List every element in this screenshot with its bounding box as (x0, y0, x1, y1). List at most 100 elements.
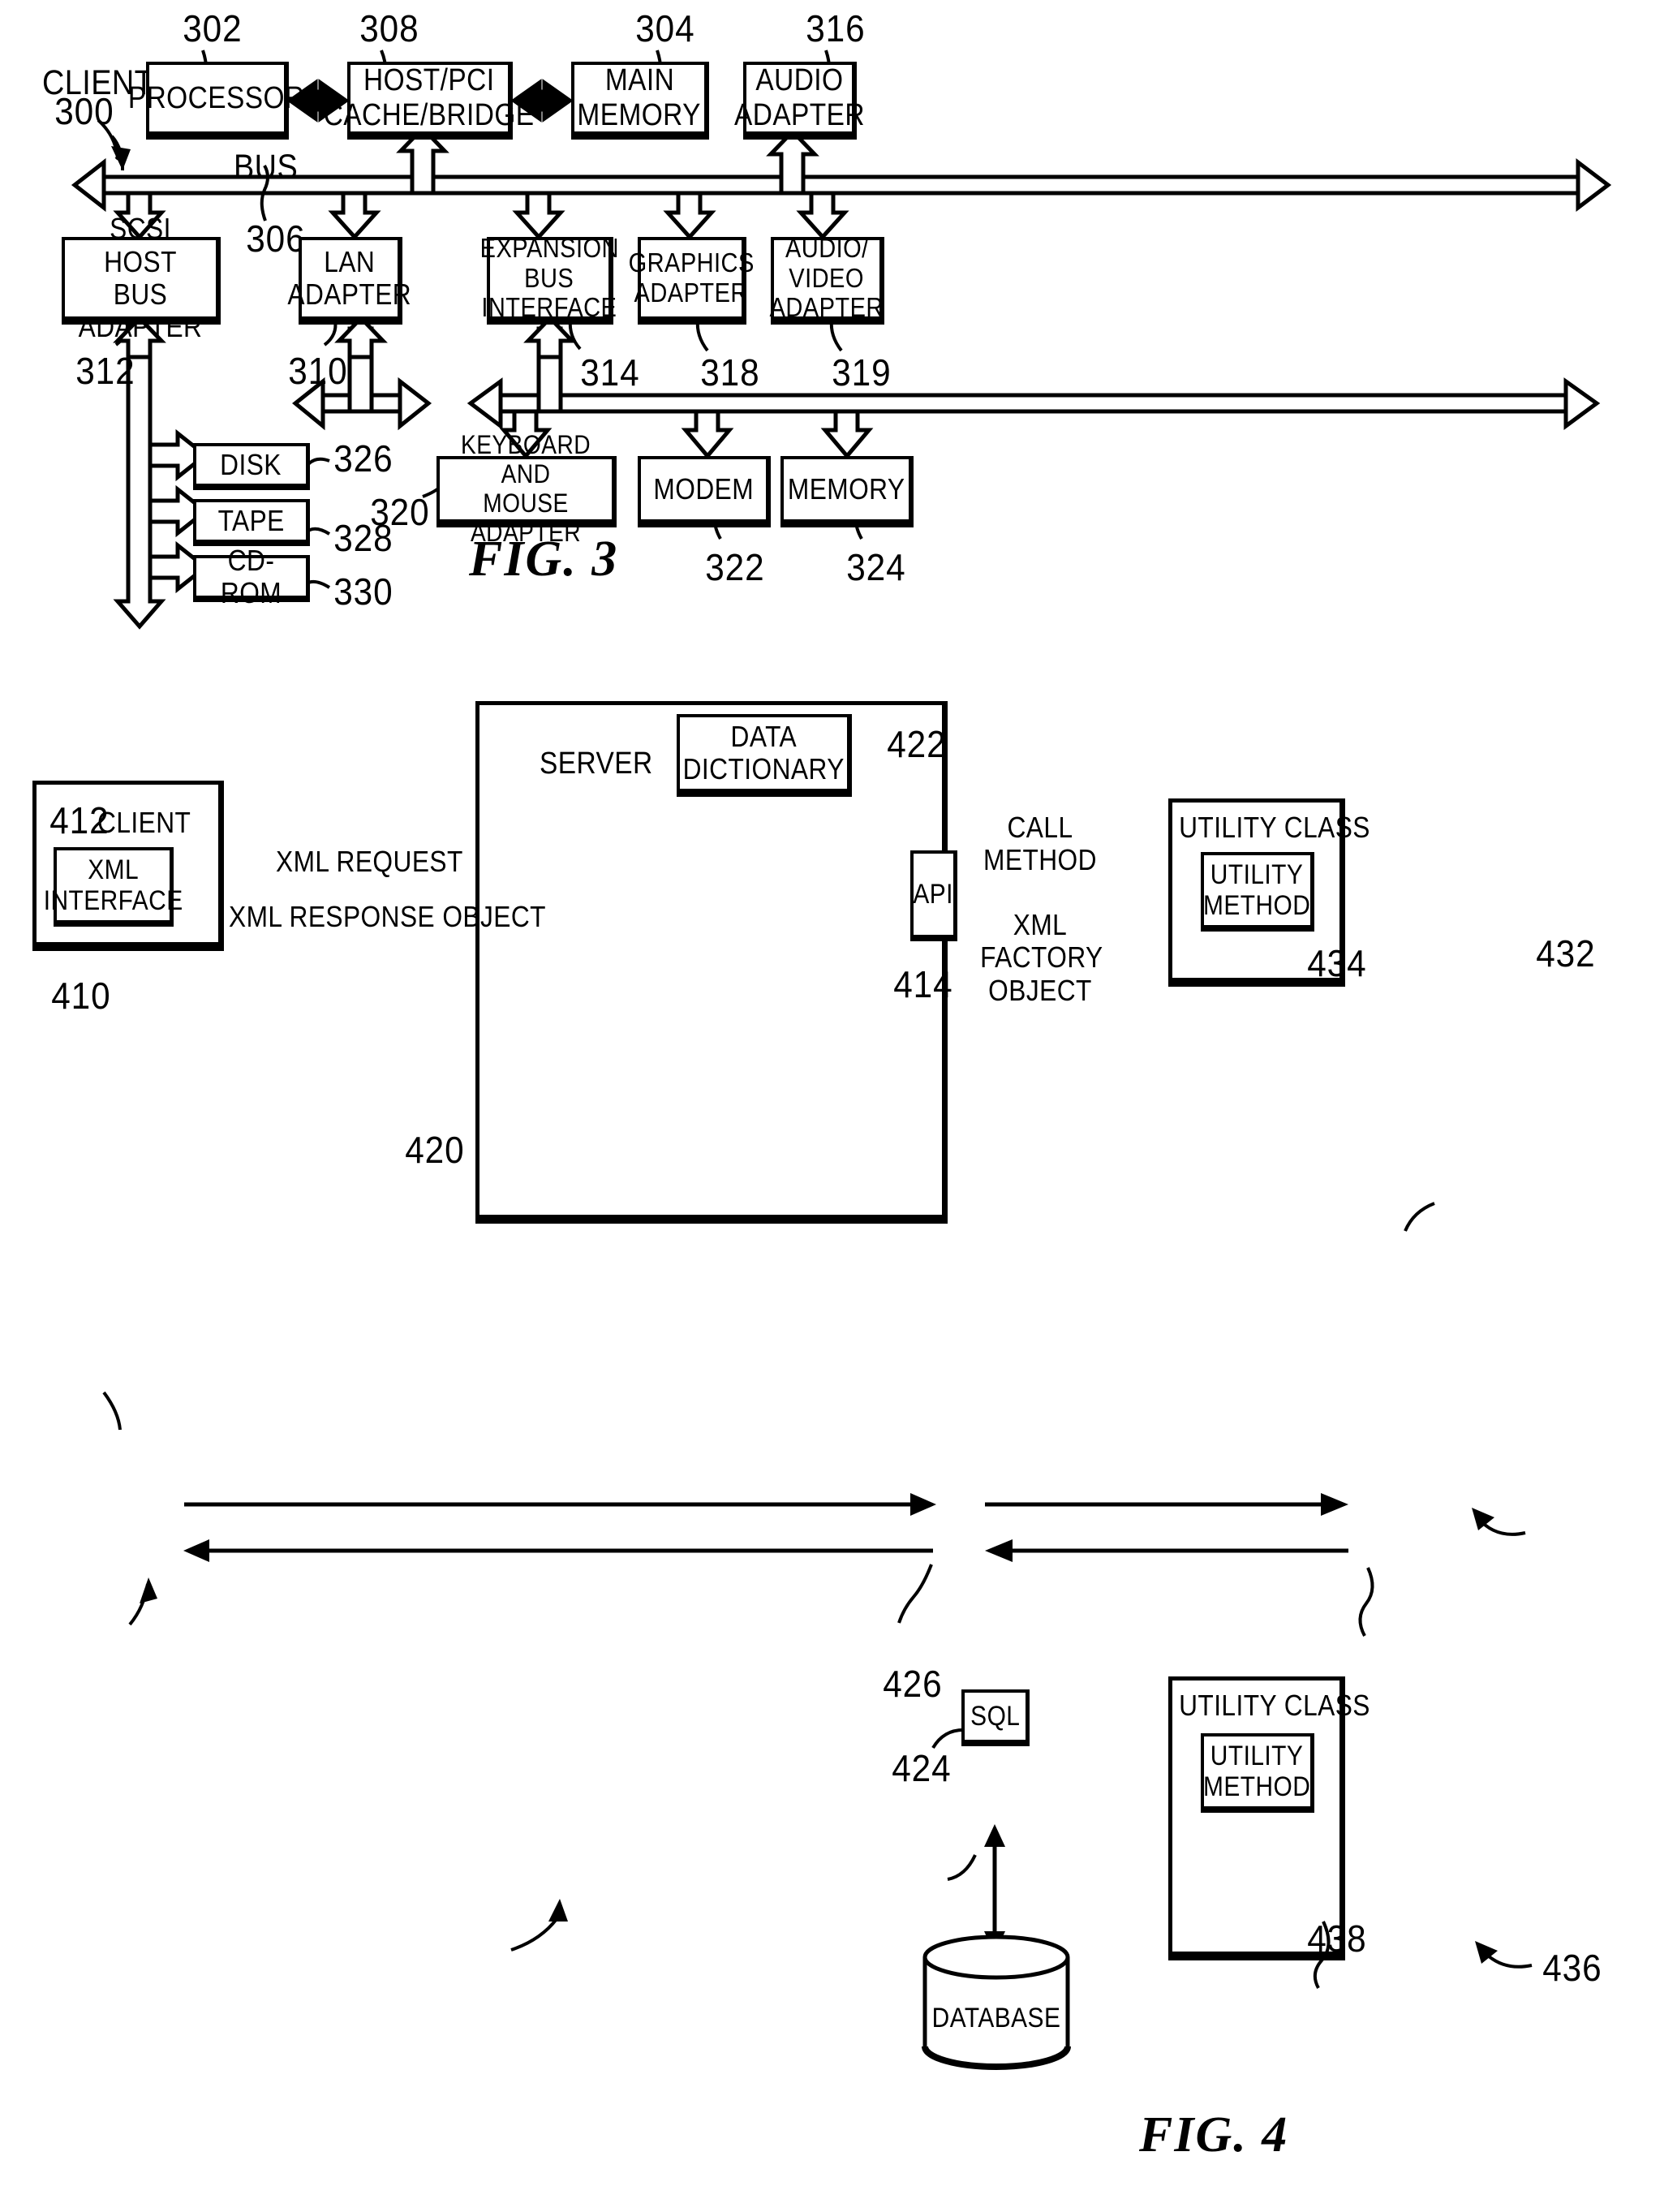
data-dictionary-box: DATA DICTIONARY (677, 714, 852, 797)
sql-label: SQL (970, 1700, 1021, 1732)
ref-304: 304 (635, 7, 695, 49)
leader-328 (307, 527, 331, 536)
arrowhead-420 (548, 1899, 568, 1922)
host-pci-bridge-label-line1: HOST/PCI (363, 63, 495, 98)
tape-label: TAPE (217, 503, 285, 537)
main-memory-box: MAIN MEMORY (571, 62, 709, 140)
utility-method-434-label-line2: METHOD (1203, 890, 1311, 921)
ref-318: 318 (700, 351, 760, 394)
ref-436: 436 (1542, 1947, 1602, 1989)
data-dictionary-label-line2: DICTIONARY (682, 752, 845, 785)
leader-424 (947, 1854, 977, 1881)
arrow-bus-to-expansion (512, 191, 565, 240)
graphics-adapter-label-line1: GRAPHICS (628, 247, 755, 278)
ref-319: 319 (832, 351, 892, 394)
arrowhead-xml-factory-object (985, 1539, 1013, 1562)
audio-adapter-label-line2: ADAPTER (733, 98, 865, 132)
ref-320: 320 (370, 491, 430, 533)
modem-label: MODEM (653, 471, 754, 506)
data-dictionary-label-line1: DATA (730, 719, 797, 753)
scsi-host-bus-adapter-label-line1: SCSI HOST (104, 212, 177, 278)
arrow-bus-to-lan (328, 191, 381, 240)
keyboard-mouse-adapter-box: KEYBOARD AND MOUSE ADAPTER (436, 431, 617, 547)
expansion-bus-left-arrow (467, 377, 503, 431)
audio-adapter-box: AUDIO ADAPTER (733, 62, 864, 140)
processor-label: PROCESSOR (128, 80, 305, 115)
arrowhead-410 (140, 1577, 157, 1603)
modem-box: MODEM (638, 456, 771, 527)
database-label: DATABASE (931, 2003, 1061, 2033)
arrow-bus-to-audio-adapter (766, 128, 819, 196)
leader-330 (307, 579, 331, 589)
lan-bus-right-arrow (398, 377, 432, 431)
expansion-bus-interface-label-line3: INTERFACE (481, 292, 617, 323)
utility-class-436-label: UTILITY CLASS (1179, 1689, 1370, 1722)
arrowhead-call-method (1321, 1493, 1348, 1516)
arrow-expbus-to-memory (820, 409, 874, 459)
lan-adapter-label-line1: LAN (324, 244, 376, 278)
fig4-caption: FIG. 4 (1139, 2107, 1289, 2163)
scsi-host-bus-adapter-box: SCSI HOST BUS ADAPTER (62, 213, 221, 343)
call-method-label: CALL METHOD (983, 811, 1097, 877)
api-box: API (910, 850, 957, 941)
graphics-adapter-label-line2: ADAPTER (634, 278, 749, 308)
host-pci-bridge-box: HOST/PCI CACHE/BRIDGE (324, 62, 534, 140)
leader-434 (1358, 1567, 1374, 1637)
leader-422 (1404, 1202, 1435, 1232)
expansion-bus-interface-label-line2: BUS (524, 262, 574, 293)
disk-box: DISK (193, 443, 310, 490)
expansion-bus-right-arrow (1563, 377, 1601, 430)
server-label: SERVER (540, 747, 653, 781)
ref-324: 324 (846, 546, 906, 588)
ref-312: 312 (75, 350, 135, 392)
leader-412 (102, 1391, 122, 1431)
main-bus-306 (104, 174, 1578, 196)
arrow-expbus-to-modem (681, 409, 734, 459)
utility-method-434-label-line1: UTILITY (1210, 859, 1304, 890)
audio-video-adapter-label-line2: VIDEO (789, 262, 865, 293)
audio-video-adapter-box: AUDIO/ VIDEO ADAPTER (770, 232, 884, 325)
arrowhead-432 (1472, 1508, 1494, 1530)
ref-422: 422 (887, 723, 947, 765)
keyboard-mouse-adapter-label-line1: KEYBOARD AND (460, 430, 591, 489)
ref-426: 426 (883, 1663, 943, 1705)
arrow-bus-to-av (796, 191, 849, 240)
arrow-bus-to-graphics (663, 191, 716, 240)
ref-414: 414 (893, 963, 953, 1005)
main-memory-label-line1: MAIN (604, 63, 674, 98)
fig3-caption: FIG. 3 (469, 531, 619, 587)
memory-box: MEMORY (780, 456, 914, 527)
utility-method-438-label-line2: METHOD (1203, 1771, 1311, 1802)
expansion-bus-interface-box: EXPANSION BUS INTERFACE (479, 233, 618, 325)
utility-method-438-label-line1: UTILITY (1210, 1740, 1304, 1771)
ref-410: 410 (51, 975, 111, 1017)
arrowhead-client-300 (111, 146, 131, 170)
xml-interface-label-line1: XML (88, 854, 139, 885)
ref-438: 438 (1307, 1917, 1367, 1960)
ref-326: 326 (333, 437, 393, 480)
ref-330: 330 (333, 570, 393, 613)
ref-424: 424 (892, 1747, 952, 1789)
api-label: API (913, 878, 954, 910)
ref-310: 310 (288, 350, 348, 392)
audio-video-adapter-label-line1: AUDIO/ (785, 232, 869, 263)
ref-308: 308 (359, 7, 419, 49)
xml-factory-object-label: XML FACTORY OBJECT (980, 908, 1103, 1007)
host-pci-bridge-label-line2: CACHE/BRIDGE (324, 98, 535, 132)
leader-420 (510, 1917, 558, 1952)
ref-420: 420 (405, 1129, 465, 1171)
xml-interface-box: XML INTERFACE (44, 847, 183, 927)
ref-302: 302 (183, 7, 243, 49)
expansion-bus-interface-label-line1: EXPANSION (479, 232, 619, 263)
utility-method-434-box: UTILITY METHOD (1201, 852, 1314, 932)
audio-video-adapter-label-line3: ADAPTER (769, 292, 884, 323)
client-group-label: CLIENT (97, 806, 191, 839)
processor-box: PROCESSOR (128, 62, 304, 140)
tape-box: TAPE (193, 499, 310, 546)
xml-interface-label-line2: INTERFACE (43, 885, 183, 916)
bus-right-arrowhead (1576, 157, 1612, 213)
graphics-adapter-box: GRAPHICS ADAPTER (628, 237, 754, 325)
patent-drawing-page: CLIENT 300 302 308 304 316 PROCESSOR HOS… (0, 0, 1677, 2212)
client-system-ref: 300 (54, 90, 114, 132)
lan-adapter-label-line2: ADAPTER (287, 278, 412, 311)
